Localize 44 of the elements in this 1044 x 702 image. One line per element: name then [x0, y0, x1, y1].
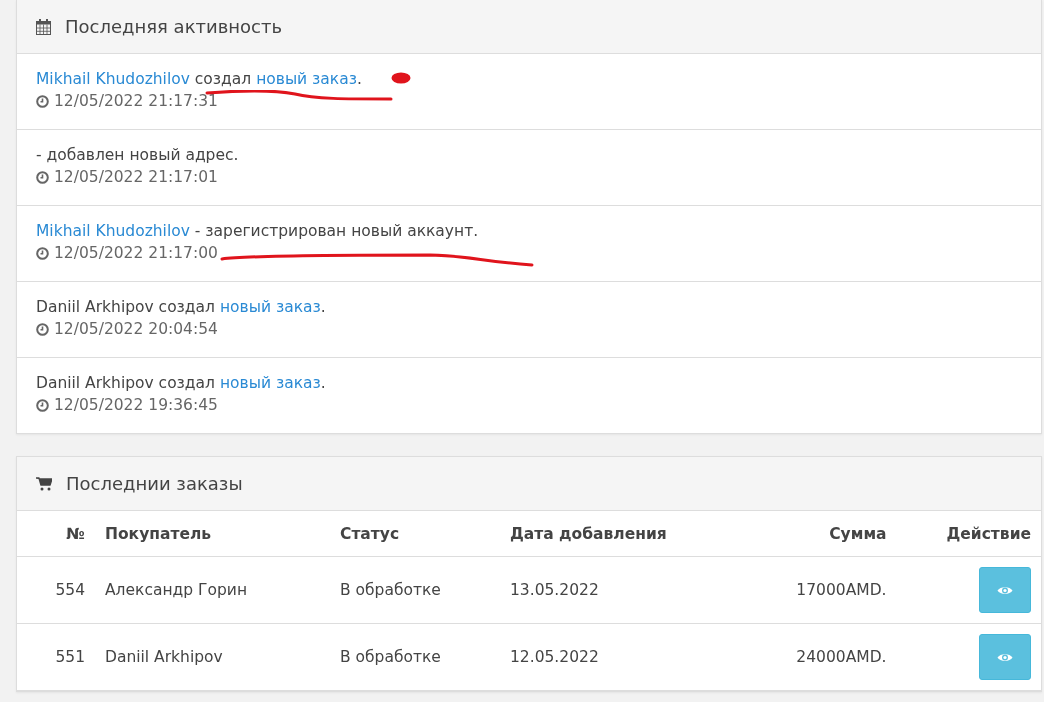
link[interactable]: новый заказ	[256, 70, 357, 88]
link[interactable]: новый заказ	[219, 374, 321, 392]
table-cell: Александр Горин	[105, 581, 248, 599]
column-header: Покупатель	[105, 524, 212, 543]
view-button[interactable]	[979, 634, 1031, 680]
column-header: Статус	[340, 524, 400, 543]
clock-icon	[36, 246, 49, 260]
timestamp: 12/05/2022 21:17:01	[54, 167, 218, 188]
clock-icon	[36, 94, 49, 108]
timestamp: 12/05/2022 19:36:45	[54, 395, 218, 416]
timestamp: 12/05/2022 21:17:31	[54, 91, 218, 112]
calendar-icon	[36, 18, 51, 35]
panel-title: Последняя активность	[65, 16, 283, 37]
activity-text: Daniil Arkhipov создал новый заказ.	[36, 297, 326, 318]
cart-icon	[36, 476, 52, 491]
activity-text: Mikhail Khudozhilov - зарегистрирован новый аккаунт.	[36, 221, 479, 242]
link[interactable]: Mikhail Khudozhilov	[36, 70, 190, 88]
table-cell: 24000AMD.	[796, 648, 887, 666]
table-cell: 17000AMD.	[796, 581, 887, 599]
table-cell: 13.05.2022	[510, 581, 599, 599]
activity-text: - добавлен новый адрес.	[36, 145, 239, 166]
table-cell: В обработке	[340, 581, 441, 599]
panel-title: Последнии заказы	[66, 473, 243, 494]
column-header: Действие	[946, 524, 1031, 543]
link[interactable]: новый заказ	[219, 298, 321, 316]
column-header: Сумма	[829, 524, 887, 543]
clock-icon	[36, 322, 49, 336]
table-cell: 551	[55, 648, 85, 666]
clock-icon	[36, 398, 49, 412]
timestamp: 12/05/2022 21:17:00	[54, 243, 218, 264]
eye-icon	[997, 651, 1013, 663]
table-cell: В обработке	[340, 648, 441, 666]
table-cell: Daniil Arkhipov	[105, 648, 223, 666]
table-cell: 12.05.2022	[510, 648, 599, 666]
timestamp: 12/05/2022 20:04:54	[54, 319, 218, 340]
column-header: №	[66, 524, 85, 543]
clock-icon	[36, 170, 49, 184]
column-header: Дата добавления	[510, 524, 667, 543]
activity-text: Mikhail Khudozhilov создал новый заказ.	[36, 69, 362, 90]
eye-icon	[997, 584, 1013, 596]
link[interactable]: Mikhail Khudozhilov	[36, 222, 190, 240]
activity-text: Daniil Arkhipov создал новый заказ.	[36, 373, 326, 394]
table-cell: 554	[55, 581, 85, 599]
view-button[interactable]	[979, 567, 1031, 613]
